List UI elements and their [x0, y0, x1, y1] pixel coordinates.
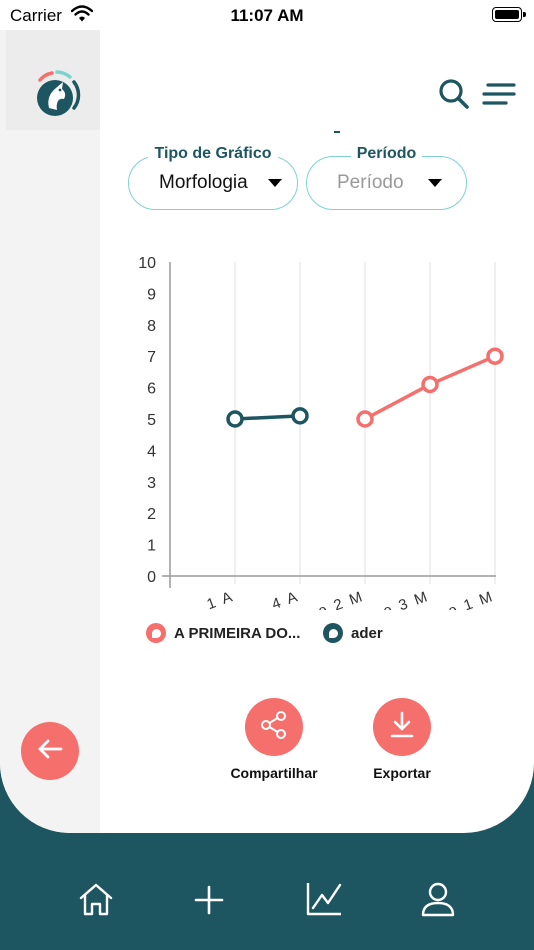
chart-type-value: Morfologia	[159, 172, 248, 193]
period-placeholder: Período	[337, 172, 404, 193]
share-button[interactable]	[245, 698, 303, 756]
line-chart: 0123456789101 A4 A6 A e 2 M8 A e 3 M9 A …	[138, 255, 504, 610]
chart-type-select[interactable]: Tipo de Gráfico Morfologia	[128, 145, 298, 210]
y-tick-label: 0	[147, 569, 156, 586]
menu-icon[interactable]	[482, 82, 516, 113]
y-tick-label: 4	[147, 443, 156, 460]
chevron-down-icon	[268, 179, 282, 187]
y-tick-label: 2	[147, 506, 156, 523]
y-tick-label: 6	[147, 381, 156, 398]
legend-item[interactable]: A PRIMEIRA DO...	[146, 623, 300, 643]
data-point	[226, 410, 244, 428]
data-point	[421, 375, 439, 394]
clock: 11:07 AM	[230, 6, 304, 25]
share-icon	[260, 710, 288, 745]
legend-item[interactable]: ader	[323, 623, 383, 643]
y-tick-label: 1	[147, 538, 156, 555]
y-tick-label: 5	[147, 412, 156, 429]
main-card: Tipo de Gráfico Morfologia Período Perío…	[0, 30, 534, 833]
legend-label: A PRIMEIRA DO...	[174, 624, 301, 642]
chevron-down-icon	[428, 179, 442, 187]
arrow-left-icon	[37, 738, 63, 765]
plus-icon[interactable]	[192, 881, 226, 922]
search-icon[interactable]	[438, 78, 470, 115]
battery-icon	[492, 7, 526, 22]
data-point	[291, 407, 309, 425]
horse-head-icon	[323, 623, 343, 643]
export-button[interactable]	[373, 698, 431, 756]
legend-label: ader	[351, 624, 383, 642]
period-label: Período	[350, 145, 423, 162]
period-select[interactable]: Período Período	[306, 145, 467, 210]
chart-icon[interactable]	[305, 881, 343, 922]
user-icon[interactable]	[420, 881, 456, 922]
divider-mark	[334, 131, 340, 133]
download-icon	[388, 710, 416, 745]
horse-head-icon	[146, 623, 166, 643]
home-icon[interactable]	[78, 881, 114, 922]
tab-bar	[0, 833, 534, 950]
status-bar: Carrier 11:07 AM	[0, 0, 534, 30]
sidebar	[0, 30, 100, 833]
export-label: Exportar	[373, 765, 431, 781]
data-point	[486, 347, 504, 365]
y-tick-label: 9	[147, 286, 156, 303]
chart-type-label: Tipo de Gráfico	[148, 145, 278, 162]
x-tick-label: 1 A	[205, 588, 237, 610]
horse-head-logo	[30, 68, 84, 127]
y-tick-label: 7	[147, 349, 156, 366]
data-point	[356, 410, 374, 428]
share-label: Compartilhar	[230, 765, 318, 781]
y-tick-label: 3	[147, 475, 156, 492]
x-tick-label: 4 A	[270, 588, 302, 610]
logo-container	[6, 30, 100, 130]
back-button[interactable]	[21, 722, 79, 780]
y-tick-label: 8	[147, 318, 156, 335]
series-line	[234, 414, 301, 421]
y-tick-label: 10	[138, 255, 156, 272]
